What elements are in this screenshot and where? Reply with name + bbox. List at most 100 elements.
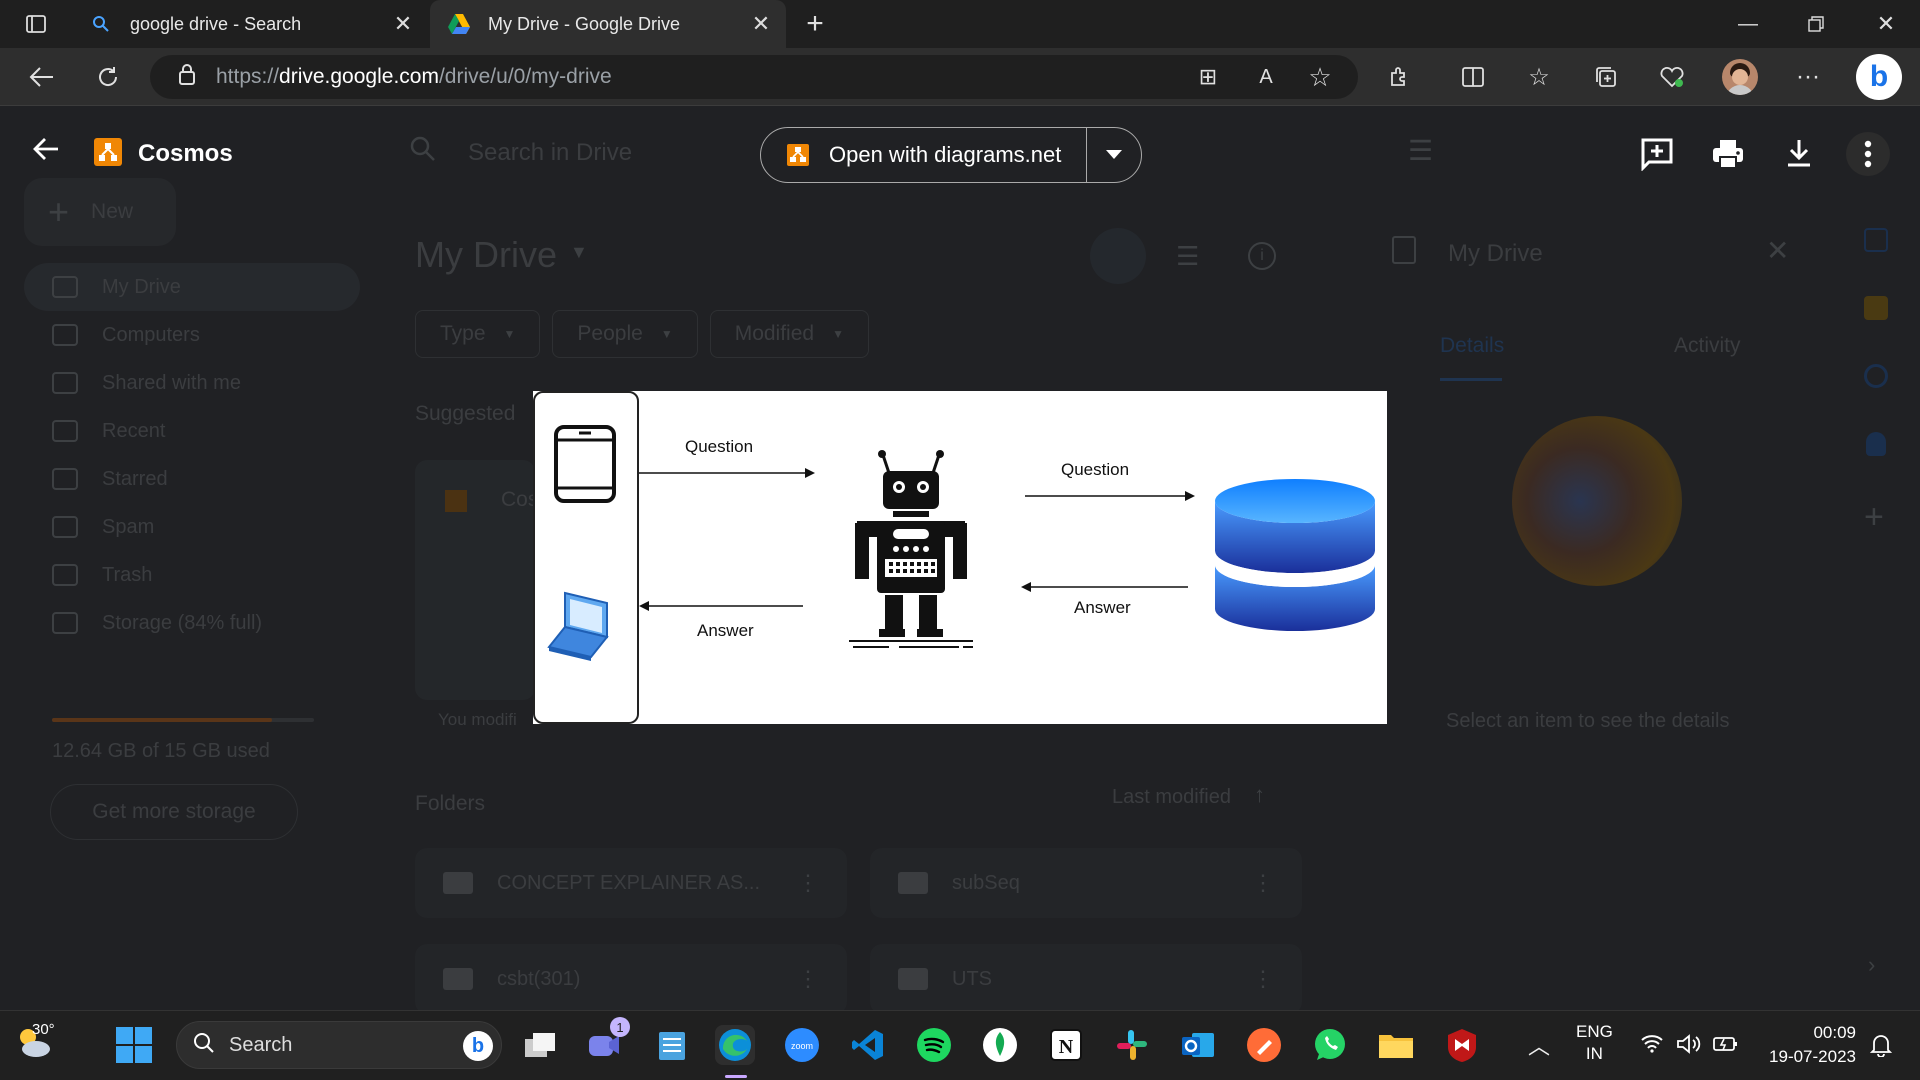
new-button[interactable]: + New — [24, 178, 176, 246]
read-aloud-icon[interactable]: A — [1248, 59, 1284, 95]
favorites-icon[interactable]: ☆ — [1521, 59, 1557, 95]
chevron-down-icon[interactable]: ▼ — [570, 242, 588, 263]
divider — [1086, 128, 1087, 182]
whatsapp-icon[interactable] — [1310, 1025, 1350, 1065]
close-icon[interactable]: ✕ — [750, 13, 772, 35]
more-vert-icon[interactable]: ⋮ — [1252, 966, 1274, 992]
sidebar-item[interactable]: Trash — [0, 551, 360, 599]
sidebar-item-label: Storage (84% full) — [102, 611, 263, 634]
refresh-icon[interactable] — [90, 59, 126, 95]
keep-icon[interactable] — [1864, 296, 1888, 320]
favorite-star-icon[interactable]: ☆ — [1302, 59, 1338, 95]
restore-icon[interactable] — [1798, 6, 1834, 42]
robot-icon — [849, 449, 973, 654]
back-icon[interactable] — [24, 59, 60, 95]
extensions-icon[interactable] — [1382, 59, 1418, 95]
postman-icon[interactable] — [1244, 1025, 1284, 1065]
vscode-icon[interactable] — [848, 1025, 888, 1065]
battery-icon[interactable] — [1712, 1033, 1738, 1060]
filter-chip[interactable]: People ▼ — [552, 310, 698, 358]
chevron-down-icon[interactable] — [1103, 144, 1125, 166]
folder-card[interactable]: subSeq ⋮ — [870, 848, 1302, 918]
sidebar-item[interactable]: My Drive — [0, 263, 360, 311]
chevron-up-icon[interactable]: ︿ — [1528, 1029, 1550, 1061]
mongodb-icon[interactable] — [980, 1025, 1020, 1065]
new-tab-icon[interactable]: + — [797, 6, 833, 42]
split-screen-icon[interactable] — [1455, 59, 1491, 95]
more-vert-icon[interactable]: ⋮ — [797, 966, 819, 992]
wifi-icon[interactable] — [1640, 1033, 1664, 1058]
filter-view-button[interactable] — [1090, 228, 1146, 284]
tab-details[interactable]: Details — [1440, 334, 1504, 358]
teams-chat-icon[interactable]: 1 — [584, 1017, 630, 1065]
add-comment-icon[interactable] — [1640, 137, 1674, 176]
list-view-icon[interactable]: ☰ — [1176, 241, 1199, 272]
bing-icon[interactable]: b — [463, 1031, 493, 1061]
url-field[interactable]: https://drive.google.com/drive/u/0/my-dr… — [150, 55, 1358, 99]
minimize-icon[interactable]: — — [1730, 6, 1766, 42]
answer-label: Answer — [1074, 598, 1131, 617]
sidebar-item[interactable]: Computers — [0, 311, 360, 359]
more-actions-icon[interactable] — [1846, 132, 1890, 176]
close-icon[interactable]: ✕ — [392, 13, 414, 35]
outlook-icon[interactable] — [1178, 1025, 1218, 1065]
tab-search[interactable]: google drive - Search ✕ — [72, 0, 428, 48]
slack-icon[interactable] — [1112, 1025, 1152, 1065]
sidebar-item[interactable]: Recent — [0, 407, 360, 455]
expand-rail-icon[interactable]: › — [1868, 952, 1875, 978]
close-window-icon[interactable]: ✕ — [1868, 6, 1904, 42]
search-input[interactable]: Search in Drive — [468, 139, 632, 167]
filter-chip[interactable]: Type ▼ — [415, 310, 541, 358]
calendar-icon[interactable] — [1864, 228, 1888, 252]
info-icon[interactable]: i — [1248, 242, 1276, 270]
get-storage-button[interactable]: Get more storage — [50, 784, 298, 840]
more-options-icon[interactable]: ··· — [1790, 59, 1826, 95]
open-with-button[interactable]: Open with diagrams.net — [760, 127, 1142, 183]
suggested-card[interactable]: Cos — [415, 460, 538, 700]
windows-start-icon[interactable] — [116, 1027, 152, 1068]
folder-card[interactable]: CONCEPT EXPLAINER AS... ⋮ — [415, 848, 847, 918]
language-indicator[interactable]: ENG IN — [1576, 1021, 1613, 1065]
notifications-icon[interactable] — [1869, 1033, 1893, 1062]
more-vert-icon[interactable]: ⋮ — [1252, 870, 1274, 896]
spotify-icon[interactable] — [914, 1025, 954, 1065]
sidebar-item[interactable]: Storage (84% full) — [0, 599, 360, 647]
print-icon[interactable] — [1712, 138, 1744, 175]
add-app-icon[interactable]: + — [1864, 498, 1884, 537]
close-details-icon[interactable]: ✕ — [1766, 234, 1789, 267]
sort-label[interactable]: Last modified — [1112, 786, 1231, 809]
file-explorer-icon[interactable] — [1376, 1025, 1416, 1065]
notion-icon[interactable]: N — [1046, 1025, 1086, 1065]
folder-card[interactable]: csbt(301) ⋮ — [415, 944, 847, 1014]
folder-card[interactable]: UTS ⋮ — [870, 944, 1302, 1014]
volume-icon[interactable] — [1676, 1033, 1702, 1060]
taskbar-search[interactable]: Search b — [176, 1021, 502, 1069]
task-view-icon[interactable] — [520, 1025, 560, 1065]
mcafee-icon[interactable] — [1442, 1025, 1482, 1065]
sidebar-item[interactable]: Spam — [0, 503, 360, 551]
bing-copilot-icon[interactable]: b — [1856, 54, 1902, 100]
arrow-up-icon[interactable]: ↑ — [1254, 782, 1265, 808]
edge-icon[interactable] — [715, 1025, 755, 1065]
clock[interactable]: 00:09 19-07-2023 — [1762, 1021, 1856, 1069]
more-vert-icon[interactable]: ⋮ — [797, 870, 819, 896]
collections-icon[interactable] — [1588, 59, 1624, 95]
filter-chip[interactable]: Modified ▼ — [709, 310, 869, 358]
contacts-icon[interactable] — [1866, 432, 1886, 456]
notepad-icon[interactable] — [652, 1025, 692, 1065]
tab-drive[interactable]: My Drive - Google Drive ✕ — [430, 0, 786, 48]
tab-activity[interactable]: Activity — [1674, 334, 1741, 358]
tasks-icon[interactable] — [1864, 364, 1888, 388]
zoom-icon[interactable]: zoom — [782, 1025, 822, 1065]
tab-title: My Drive - Google Drive — [488, 13, 681, 34]
page-title[interactable]: My Drive — [415, 234, 557, 276]
search-options-icon[interactable]: ☰ — [1408, 134, 1433, 167]
browser-essentials-icon[interactable] — [1654, 59, 1690, 95]
tab-actions-icon[interactable] — [18, 6, 54, 42]
back-arrow-icon[interactable] — [32, 136, 60, 167]
sidebar-item[interactable]: Shared with me — [0, 359, 360, 407]
app-available-icon[interactable]: ⊞ — [1190, 59, 1226, 95]
download-icon[interactable] — [1786, 138, 1812, 173]
profile-avatar[interactable] — [1722, 59, 1758, 95]
sidebar-item[interactable]: Starred — [0, 455, 360, 503]
